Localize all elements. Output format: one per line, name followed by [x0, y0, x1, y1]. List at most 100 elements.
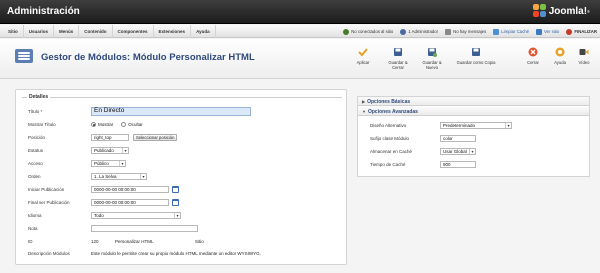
page-title: Gestor de Módulos: Módulo Personalizar H… — [41, 52, 255, 63]
save-close-button[interactable]: Guardar & Cerrar — [384, 47, 412, 70]
help-button[interactable]: Ayuda — [549, 47, 571, 65]
status-messages[interactable]: No hay mensajes — [445, 28, 486, 35]
finish-publishing-input[interactable]: 0000-00-00 00:00:00 — [91, 199, 169, 206]
description-row: Descripción Módulos Este módulo le permi… — [28, 249, 261, 258]
status-bar: No conectados al sitio 1 Administrador N… — [336, 25, 597, 38]
language-select[interactable]: Todo ▾ — [91, 212, 181, 219]
options-panel: ▶ Opciones Básicas ▼ Opciones Avanzadas Di… — [357, 96, 590, 177]
id-label: ID — [28, 239, 33, 244]
show-title-row: Mostrar Título Mostrar Ocultar — [28, 120, 151, 129]
joomla-logo: Joomla! ® — [532, 4, 590, 18]
title-row: Título * En Directo — [28, 107, 251, 116]
menu-item-usuarios[interactable]: Usuarios — [24, 25, 55, 38]
start-publishing-label: Iniciar Publicación — [28, 187, 65, 192]
clear-cache-link[interactable]: Limpiar Caché — [493, 28, 529, 35]
menu-item-extensiones[interactable]: Extensiones — [154, 25, 192, 38]
joomla-logo-icon — [532, 4, 547, 18]
note-row: Nota — [28, 224, 198, 233]
view-site-icon — [536, 28, 543, 35]
logout-link[interactable]: FINALIZAR — [566, 28, 597, 35]
language-row: Idioma Todo ▾ — [28, 211, 181, 220]
position-label: Posición — [28, 135, 46, 140]
menu-item-componentes[interactable]: Componentes — [113, 25, 154, 38]
title-input[interactable]: En Directo — [91, 107, 251, 116]
status-visitors[interactable]: No conectados al sitio — [343, 28, 393, 35]
help-lifebuoy-icon — [555, 47, 565, 57]
chevron-down-icon: ▾ — [122, 148, 128, 153]
video-button[interactable]: Vídeo — [573, 47, 595, 65]
save-close-icon — [393, 47, 403, 57]
start-publishing-row: Iniciar Publicación 0000-00-00 00:00:00 — [28, 185, 179, 194]
client-site: Sitio — [195, 239, 204, 244]
status-row: Estatus Publicado ▾ — [28, 146, 129, 155]
layout-row: Diseño Alternativo Predeterminado ▾ — [370, 121, 512, 129]
details-legend: Detalles — [27, 94, 51, 100]
start-publishing-input[interactable]: 0000-00-00 00:00:00 — [91, 186, 169, 193]
module-suffix-row: Sufijo clase Módulo color — [370, 134, 476, 142]
finish-publishing-row: Final ser Publicación 0000-00-00 00:00:0… — [28, 198, 179, 207]
status-select[interactable]: Publicado ▾ — [91, 147, 129, 154]
module-manager-icon — [15, 49, 33, 63]
cache-time-label: Tiempo de Caché — [370, 161, 406, 167]
id-value: 120 — [91, 239, 99, 244]
triangle-right-icon: ▶ — [362, 99, 366, 104]
apply-button[interactable]: Aplicar — [349, 47, 377, 65]
description-label: Descripción Módulos — [28, 251, 70, 256]
note-input[interactable] — [91, 225, 198, 232]
cache-time-row: Tiempo de Caché 900 — [370, 160, 476, 168]
basic-options-toggle[interactable]: ▶ Opciones Básicas — [358, 97, 589, 106]
required-marker: * — [40, 109, 43, 114]
chevron-down-icon: ▾ — [119, 161, 125, 166]
chevron-down-icon: ▾ — [140, 174, 146, 179]
view-site-link[interactable]: Ver sitio — [536, 28, 559, 35]
menu-item-sitio[interactable]: Sitio — [3, 25, 24, 38]
module-type-name: Personalizar HTML — [115, 239, 154, 244]
menu-item-menus[interactable]: Menús — [54, 25, 80, 38]
module-suffix-input[interactable]: color — [440, 134, 476, 142]
details-panel: Detalles Título * En Directo Mostrar Tít… — [15, 89, 347, 265]
advanced-options-toggle[interactable]: ▼ Opciones Avanzadas — [358, 107, 589, 116]
close-button[interactable]: Cerrar — [522, 47, 544, 65]
show-title-radio-mostrar[interactable]: Mostrar — [91, 122, 113, 127]
order-label: Orden — [28, 174, 41, 179]
menu-item-ayuda[interactable]: Ayuda — [191, 25, 216, 38]
position-input[interactable]: right_top — [91, 134, 129, 141]
cache-icon — [493, 28, 500, 35]
order-row: Orden 1. La Selva ▾ — [28, 172, 147, 181]
note-label: Nota — [28, 226, 38, 231]
messages-icon — [445, 28, 452, 35]
video-icon — [579, 47, 589, 57]
menu-bar: Sitio Usuarios Menús Contenido Component… — [0, 25, 600, 38]
select-position-button[interactable]: Seleccionar posición — [133, 134, 178, 141]
joomla-logo-text: Joomla! — [548, 5, 588, 17]
calendar-icon[interactable] — [172, 186, 179, 193]
show-title-label: Mostrar Título — [28, 122, 56, 127]
layout-label: Diseño Alternativo — [370, 122, 407, 128]
layout-select[interactable]: Predeterminado ▾ — [440, 121, 512, 129]
menu-item-contenido[interactable]: Contenido — [79, 25, 113, 38]
calendar-icon[interactable] — [172, 199, 179, 206]
language-label: Idioma — [28, 213, 42, 218]
toolbar: Gestor de Módulos: Módulo Personalizar H… — [0, 39, 600, 79]
caching-select[interactable]: Usar Global ▾ — [440, 147, 476, 155]
save-copy-icon — [471, 47, 481, 57]
trademark: ® — [587, 8, 590, 14]
id-row: ID 120 Personalizar HTML Sitio — [28, 237, 204, 246]
cache-time-input[interactable]: 900 — [440, 160, 476, 168]
show-title-radio-ocultar[interactable]: Ocultar — [121, 122, 143, 127]
save-new-icon — [427, 47, 437, 57]
order-select[interactable]: 1. La Selva ▾ — [91, 173, 147, 180]
header-bar: Administración Joomla! ® — [0, 0, 600, 24]
save-new-button[interactable]: Guardar & Nuevo — [418, 47, 446, 70]
access-select[interactable]: Público ▾ — [91, 160, 126, 167]
save-copy-button[interactable]: Guardar como Copia — [456, 47, 496, 65]
chevron-down-icon: ▾ — [469, 148, 475, 154]
main-menu: Sitio Usuarios Menús Contenido Component… — [3, 25, 216, 38]
status-admins[interactable]: 1 Administrador — [400, 28, 438, 35]
chevron-down-icon: ▾ — [174, 213, 180, 218]
caching-row: Almacenar en Caché Usar Global ▾ — [370, 147, 476, 155]
title-label: Título — [28, 109, 40, 114]
position-row: Posición right_top Seleccionar posición — [28, 133, 178, 142]
status-label: Estatus — [28, 148, 44, 153]
triangle-down-icon: ▼ — [362, 109, 366, 114]
